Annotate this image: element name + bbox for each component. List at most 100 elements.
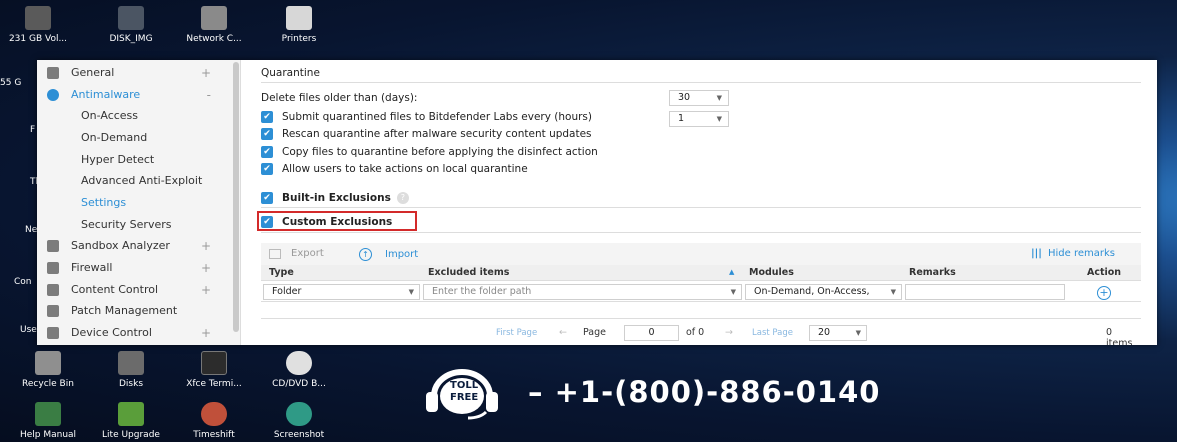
prev-arrow-icon[interactable]: ← xyxy=(559,327,567,338)
sidebar-item-label: On-Demand xyxy=(81,131,148,144)
chevron-down-icon: ▼ xyxy=(730,288,736,296)
column-header-action[interactable]: Action xyxy=(1087,267,1121,278)
table-row: Folder ▼ Enter the folder path ▼ On-Dema… xyxy=(261,282,1141,302)
desktop-icon-label: Disks xyxy=(118,379,144,389)
rescan-row[interactable]: ✔ Rescan quarantine after malware securi… xyxy=(261,128,592,140)
expand-icon[interactable]: + xyxy=(201,239,211,253)
desktop-icon-lite-upgrade[interactable]: Lite Upgrade xyxy=(93,402,169,441)
modules-select[interactable]: On-Demand, On-Access, ▼ xyxy=(745,284,902,300)
pagination-bar: First Page ← Page 0 of 0 → Last Page 20 … xyxy=(261,322,1141,345)
sidebar-item-antimalware[interactable]: Antimalware - xyxy=(37,84,227,105)
submit-hours-value: 1 xyxy=(678,113,685,124)
desktop-icon-disks[interactable]: Disks xyxy=(93,351,169,390)
checkbox-checked-icon[interactable]: ✔ xyxy=(261,163,273,175)
chevron-down-icon: ▼ xyxy=(855,329,861,337)
sidebar-item-security-servers[interactable]: Security Servers xyxy=(37,214,227,235)
sidebar-item-anti-exploit[interactable]: Advanced Anti-Exploit xyxy=(37,170,227,191)
modules-value: On-Demand, On-Access, xyxy=(754,286,870,297)
hide-remarks-button[interactable]: ||| Hide remarks xyxy=(1031,248,1115,259)
sidebar-item-label: General xyxy=(71,66,115,79)
desktop-icon-network[interactable]: Network C... xyxy=(176,6,252,45)
type-select[interactable]: Folder ▼ xyxy=(263,284,420,300)
sidebar-item-patch-management[interactable]: Patch Management xyxy=(37,300,227,321)
checkbox-checked-icon[interactable]: ✔ xyxy=(261,128,273,140)
delete-days-value: 30 xyxy=(678,92,691,103)
last-page-link[interactable]: Last Page xyxy=(752,328,793,338)
sidebar-item-settings[interactable]: Settings xyxy=(37,192,227,213)
collapse-icon[interactable]: - xyxy=(207,88,211,102)
delete-files-label: Delete files older than (days): xyxy=(261,92,418,104)
sort-asc-icon[interactable]: ▲ xyxy=(729,268,734,276)
import-icon: ↑ xyxy=(359,248,372,261)
sidebar-item-content-control[interactable]: Content Control + xyxy=(37,279,227,300)
import-button[interactable]: ↑ Import xyxy=(359,248,418,261)
desktop-icon-disk-img[interactable]: DISK_IMG xyxy=(93,6,169,45)
terminal-icon xyxy=(201,351,227,375)
page-number-input[interactable]: 0 xyxy=(624,325,679,341)
gear-icon xyxy=(47,66,59,79)
sidebar-item-on-demand[interactable]: On-Demand xyxy=(37,127,227,148)
shield-icon xyxy=(47,88,59,101)
column-header-type[interactable]: Type xyxy=(269,267,294,278)
copy-row[interactable]: ✔ Copy files to quarantine before applyi… xyxy=(261,146,598,158)
sidebar-item-label: Advanced Anti-Exploit xyxy=(81,174,203,187)
submit-hours-select[interactable]: 1 ▼ xyxy=(669,111,729,127)
info-icon[interactable]: ? xyxy=(396,192,409,204)
chevron-down-icon: ▼ xyxy=(716,94,722,102)
allow-row[interactable]: ✔ Allow users to take actions on local q… xyxy=(261,163,528,175)
desktop-icon-timeshift[interactable]: Timeshift xyxy=(176,402,252,441)
submit-label: Submit quarantined files to Bitdefender … xyxy=(282,111,593,123)
desktop-icon-label: DISK_IMG xyxy=(109,34,153,44)
expand-icon[interactable]: + xyxy=(201,261,211,275)
sidebar-item-device-control[interactable]: Device Control + xyxy=(37,322,227,343)
hide-remarks-label: Hide remarks xyxy=(1047,248,1115,259)
checkbox-checked-icon[interactable]: ✔ xyxy=(261,192,273,204)
disk-icon xyxy=(118,351,144,375)
remarks-input[interactable] xyxy=(905,284,1065,300)
phone-number: – +1-(800)-886-0140 xyxy=(528,375,881,409)
expand-icon[interactable]: + xyxy=(201,283,211,297)
sidebar-item-label: Patch Management xyxy=(71,304,178,317)
column-header-remarks[interactable]: Remarks xyxy=(909,267,956,278)
desktop-icon-terminal[interactable]: Xfce Termi... xyxy=(176,351,252,390)
book-icon xyxy=(35,402,61,426)
column-header-modules[interactable]: Modules xyxy=(749,267,794,278)
desktop-icon-printers[interactable]: Printers xyxy=(261,6,337,45)
desktop-icon-screenshot[interactable]: Screenshot xyxy=(261,402,337,441)
export-button[interactable]: Export xyxy=(269,248,324,259)
sidebar-item-label: Firewall xyxy=(71,261,113,274)
sidebar-item-label: Hyper Detect xyxy=(81,153,155,166)
submit-row[interactable]: ✔ Submit quarantined files to Bitdefende… xyxy=(261,111,592,123)
sidebar-item-label: Sandbox Analyzer xyxy=(71,239,170,252)
checkbox-checked-icon[interactable]: ✔ xyxy=(261,111,273,123)
export-icon xyxy=(269,248,281,259)
add-exclusion-button[interactable]: + xyxy=(1097,286,1111,300)
sidebar-item-firewall[interactable]: Firewall + xyxy=(37,257,227,278)
sidebar-scrollbar[interactable] xyxy=(233,62,239,332)
sidebar-item-general[interactable]: General + xyxy=(37,62,227,83)
delete-days-select[interactable]: 30 ▼ xyxy=(669,90,729,106)
first-page-link[interactable]: First Page xyxy=(496,328,537,338)
desktop-icon-volume[interactable]: 231 GB Vol... xyxy=(0,6,76,45)
sidebar-item-on-access[interactable]: On-Access xyxy=(37,105,227,126)
sandbox-icon xyxy=(47,239,59,252)
folder-path-placeholder: Enter the folder path xyxy=(432,286,532,297)
cd-icon xyxy=(286,351,312,375)
sidebar-item-hyper-detect[interactable]: Hyper Detect xyxy=(37,149,227,170)
desktop-icon-recycle-bin[interactable]: Recycle Bin xyxy=(10,351,86,390)
checkbox-checked-icon[interactable]: ✔ xyxy=(261,146,273,158)
expand-icon[interactable]: + xyxy=(201,326,211,340)
next-arrow-icon[interactable]: → xyxy=(725,327,733,338)
desktop-icon-cd-dvd[interactable]: CD/DVD B... xyxy=(261,351,337,390)
desktop-icon-help-manual[interactable]: Help Manual xyxy=(10,402,86,441)
desktop-icon-label: Printers xyxy=(281,34,317,44)
chevron-down-icon: ▼ xyxy=(716,115,722,123)
column-header-excluded-items[interactable]: Excluded items xyxy=(428,267,509,278)
builtin-exclusions-row[interactable]: ✔ Built-in Exclusions ? xyxy=(261,192,409,204)
red-highlight-box xyxy=(257,211,417,231)
per-page-select[interactable]: 20 ▼ xyxy=(809,325,867,341)
expand-icon[interactable]: + xyxy=(201,66,211,80)
sidebar-item-sandbox-analyzer[interactable]: Sandbox Analyzer + xyxy=(37,235,227,256)
timeshift-icon xyxy=(201,402,227,426)
folder-path-input[interactable]: Enter the folder path ▼ xyxy=(423,284,742,300)
